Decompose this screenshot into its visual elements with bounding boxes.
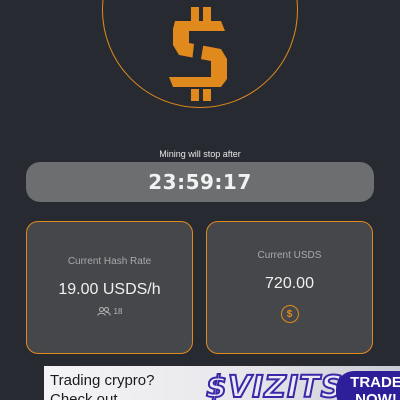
coin-icon: $ [280, 305, 299, 323]
ad-text: Trading crypro? Check out [50, 371, 155, 400]
timer-value: 23:59:17 [148, 170, 252, 194]
ad-line-1: Trading crypro? [50, 372, 155, 389]
balance-value: 720.00 [265, 275, 314, 292]
peers-count: 18 [27, 307, 192, 316]
users-icon [96, 307, 111, 316]
balance-card: Current USDS 720.00 $ [206, 221, 373, 354]
dollar-icon [169, 7, 227, 101]
hash-rate-card: Current Hash Rate 19.00 USDS/h 18 [26, 221, 193, 354]
peers-count-value: 18 [113, 307, 123, 316]
countdown-timer: 23:59:17 [26, 162, 374, 202]
hash-rate-title: Current Hash Rate [67, 256, 152, 267]
ad-brand: $VIZITS [205, 369, 344, 400]
timer-label: Mining will stop after [159, 149, 241, 159]
balance-title: Current USDS [257, 250, 322, 261]
app-logo [102, 0, 298, 108]
ad-line-2: Check out [50, 391, 118, 400]
ad-banner[interactable]: Trading crypro? Check out $VIZITS TRADE … [44, 366, 400, 400]
trade-now-button[interactable]: TRADE NOW! [336, 371, 400, 400]
hash-rate-value: 19.00 USDS/h [58, 281, 161, 298]
